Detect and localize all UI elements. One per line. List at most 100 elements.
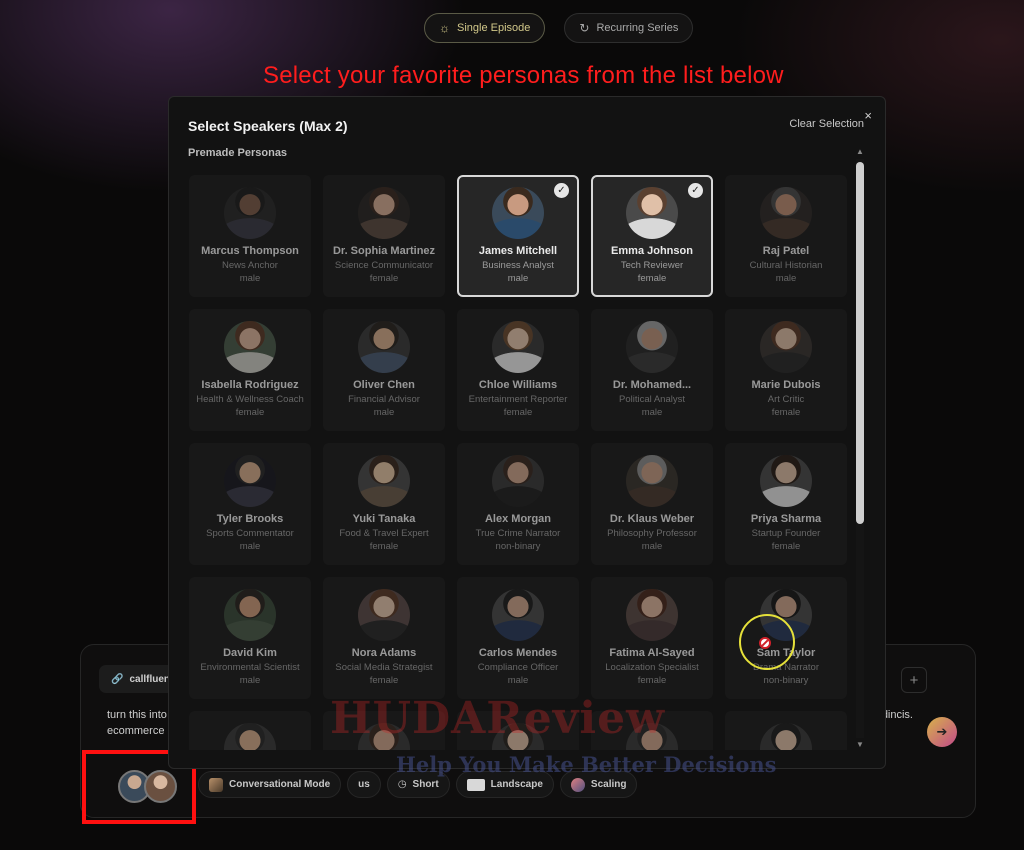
persona-card[interactable]: [189, 711, 311, 750]
clear-selection-button[interactable]: Clear Selection: [789, 118, 864, 130]
persona-name: Tyler Brooks: [216, 513, 284, 525]
persona-card[interactable]: Raj Patel Cultural Historian male: [725, 175, 847, 297]
persona-card[interactable]: Oliver Chen Financial Advisor male: [323, 309, 445, 431]
persona-card[interactable]: Fatima Al-Sayed Localization Specialist fe…: [591, 577, 713, 699]
persona-card[interactable]: Nora Adams Social Media Strategist female: [323, 577, 445, 699]
persona-card[interactable]: James Mitchell Business Analyst male ✓: [457, 175, 579, 297]
scroll-up-icon[interactable]: ▲: [855, 147, 865, 157]
persona-role: Startup Founder: [751, 528, 821, 539]
persona-avatar: [358, 321, 410, 373]
scrollbar-track[interactable]: [856, 159, 864, 738]
persona-role: Localization Specialist: [605, 662, 699, 673]
persona-card[interactable]: Marie Dubois Art Critic female: [725, 309, 847, 431]
selected-speaker-avatar: [144, 770, 177, 803]
persona-card[interactable]: Alex Morgan True Crime Narrator non-binary: [457, 443, 579, 565]
persona-card[interactable]: Isabella Rodriguez Health & Wellness Coac…: [189, 309, 311, 431]
persona-card[interactable]: David Kim Environmental Scientist male: [189, 577, 311, 699]
persona-card[interactable]: Sam Taylor Drama Narrator non-binary: [725, 577, 847, 699]
persona-avatar: [626, 321, 678, 373]
persona-gender: non-binary: [763, 675, 809, 686]
arrow-right-icon: ➔: [936, 724, 948, 739]
mode-tabs: ☼ Single Episode ↻ Recurring Series: [424, 13, 694, 43]
persona-gender: male: [239, 273, 261, 284]
persona-avatar: [492, 187, 544, 239]
persona-role: News Anchor: [222, 260, 278, 271]
persona-role: Entertainment Reporter: [468, 394, 568, 405]
persona-role: Political Analyst: [618, 394, 685, 405]
persona-gender: male: [775, 273, 797, 284]
option-label: us: [358, 779, 370, 790]
persona-card[interactable]: Yuki Tanaka Food & Travel Expert female: [323, 443, 445, 565]
persona-avatar: [760, 321, 812, 373]
scroll-down-icon[interactable]: ▼: [855, 740, 865, 750]
prompt-text-line-2[interactable]: ecommerce: [107, 725, 164, 737]
persona-avatar: [492, 589, 544, 641]
persona-card[interactable]: [591, 711, 713, 750]
persona-avatar: [492, 321, 544, 373]
persona-card[interactable]: [457, 711, 579, 750]
scrollbar-thumb[interactable]: [856, 162, 864, 524]
persona-gender: female: [637, 675, 667, 686]
persona-card[interactable]: Chloe Williams Entertainment Reporter fema…: [457, 309, 579, 431]
option-label: Scaling: [590, 779, 627, 790]
persona-avatar: [358, 589, 410, 641]
persona-card[interactable]: Dr. Mohamed... Political Analyst male: [591, 309, 713, 431]
length-option[interactable]: ◷ Short: [386, 771, 450, 798]
persona-card[interactable]: [323, 711, 445, 750]
persona-gender: female: [771, 541, 801, 552]
persona-card[interactable]: Marcus Thompson News Anchor male: [189, 175, 311, 297]
persona-role: Sports Commentator: [206, 528, 294, 539]
scrollbar[interactable]: ▲ ▼: [855, 147, 865, 750]
options-row: Conversational Mode us ◷ Short Landscape …: [198, 771, 638, 798]
persona-avatar: [224, 455, 276, 507]
persona-role: True Crime Narrator: [475, 528, 561, 539]
persona-name: Dr. Klaus Weber: [609, 513, 695, 525]
clock-icon: ◷: [397, 779, 407, 790]
persona-gender: male: [507, 675, 529, 686]
mode-option[interactable]: Conversational Mode: [198, 771, 342, 798]
persona-name: Sam Taylor: [756, 647, 816, 659]
scaling-option[interactable]: Scaling: [559, 771, 638, 798]
persona-avatar: [358, 455, 410, 507]
persona-avatar: [358, 187, 410, 239]
persona-name: Chloe Williams: [478, 379, 558, 391]
persona-card[interactable]: [725, 711, 847, 750]
persona-name: James Mitchell: [478, 245, 558, 257]
add-button[interactable]: +: [901, 667, 927, 693]
tab-single-episode[interactable]: ☼ Single Episode: [424, 13, 546, 43]
persona-name: Yuki Tanaka: [352, 513, 416, 525]
personas-scroll-area[interactable]: Marcus Thompson News Anchor male Dr. Sophia…: [189, 175, 853, 750]
persona-gender: male: [507, 273, 529, 284]
persona-name: David Kim: [223, 647, 277, 659]
persona-card[interactable]: Tyler Brooks Sports Commentator male: [189, 443, 311, 565]
persona-card[interactable]: Emma Johnson Tech Reviewer female ✓: [591, 175, 713, 297]
landscape-icon: [466, 778, 485, 791]
persona-avatar: [760, 589, 812, 641]
persona-avatar: [626, 589, 678, 641]
persona-role: Drama Narrator: [753, 662, 819, 673]
persona-avatar: [760, 455, 812, 507]
option-label: Landscape: [490, 779, 543, 790]
persona-gender: female: [369, 675, 399, 686]
persona-name: Raj Patel: [762, 245, 810, 257]
persona-gender: female: [369, 273, 399, 284]
region-option[interactable]: us: [347, 771, 381, 798]
send-button[interactable]: ➔: [927, 717, 957, 747]
tab-recurring-series[interactable]: ↻ Recurring Series: [564, 13, 694, 43]
aspect-option[interactable]: Landscape: [455, 771, 554, 798]
persona-card[interactable]: Dr. Klaus Weber Philosophy Professor male: [591, 443, 713, 565]
tutorial-annotation: Select your favorite personas from the l…: [263, 62, 784, 89]
persona-role: Health & Wellness Coach: [196, 394, 304, 405]
link-icon: 🔗: [111, 673, 124, 685]
prompt-text-line-1[interactable]: turn this into: [107, 709, 167, 721]
persona-avatar: [760, 187, 812, 239]
persona-card[interactable]: Carlos Mendes Compliance Officer male: [457, 577, 579, 699]
persona-card[interactable]: Dr. Sophia Martinez Science Communicator f…: [323, 175, 445, 297]
persona-avatar: [760, 723, 812, 750]
persona-avatar: [626, 187, 678, 239]
persona-card[interactable]: Priya Sharma Startup Founder female: [725, 443, 847, 565]
mode-thumbnail-icon: [209, 777, 223, 792]
close-icon[interactable]: ×: [864, 108, 872, 123]
persona-name: Isabella Rodriguez: [201, 379, 299, 391]
persona-role: Social Media Strategist: [335, 662, 433, 673]
